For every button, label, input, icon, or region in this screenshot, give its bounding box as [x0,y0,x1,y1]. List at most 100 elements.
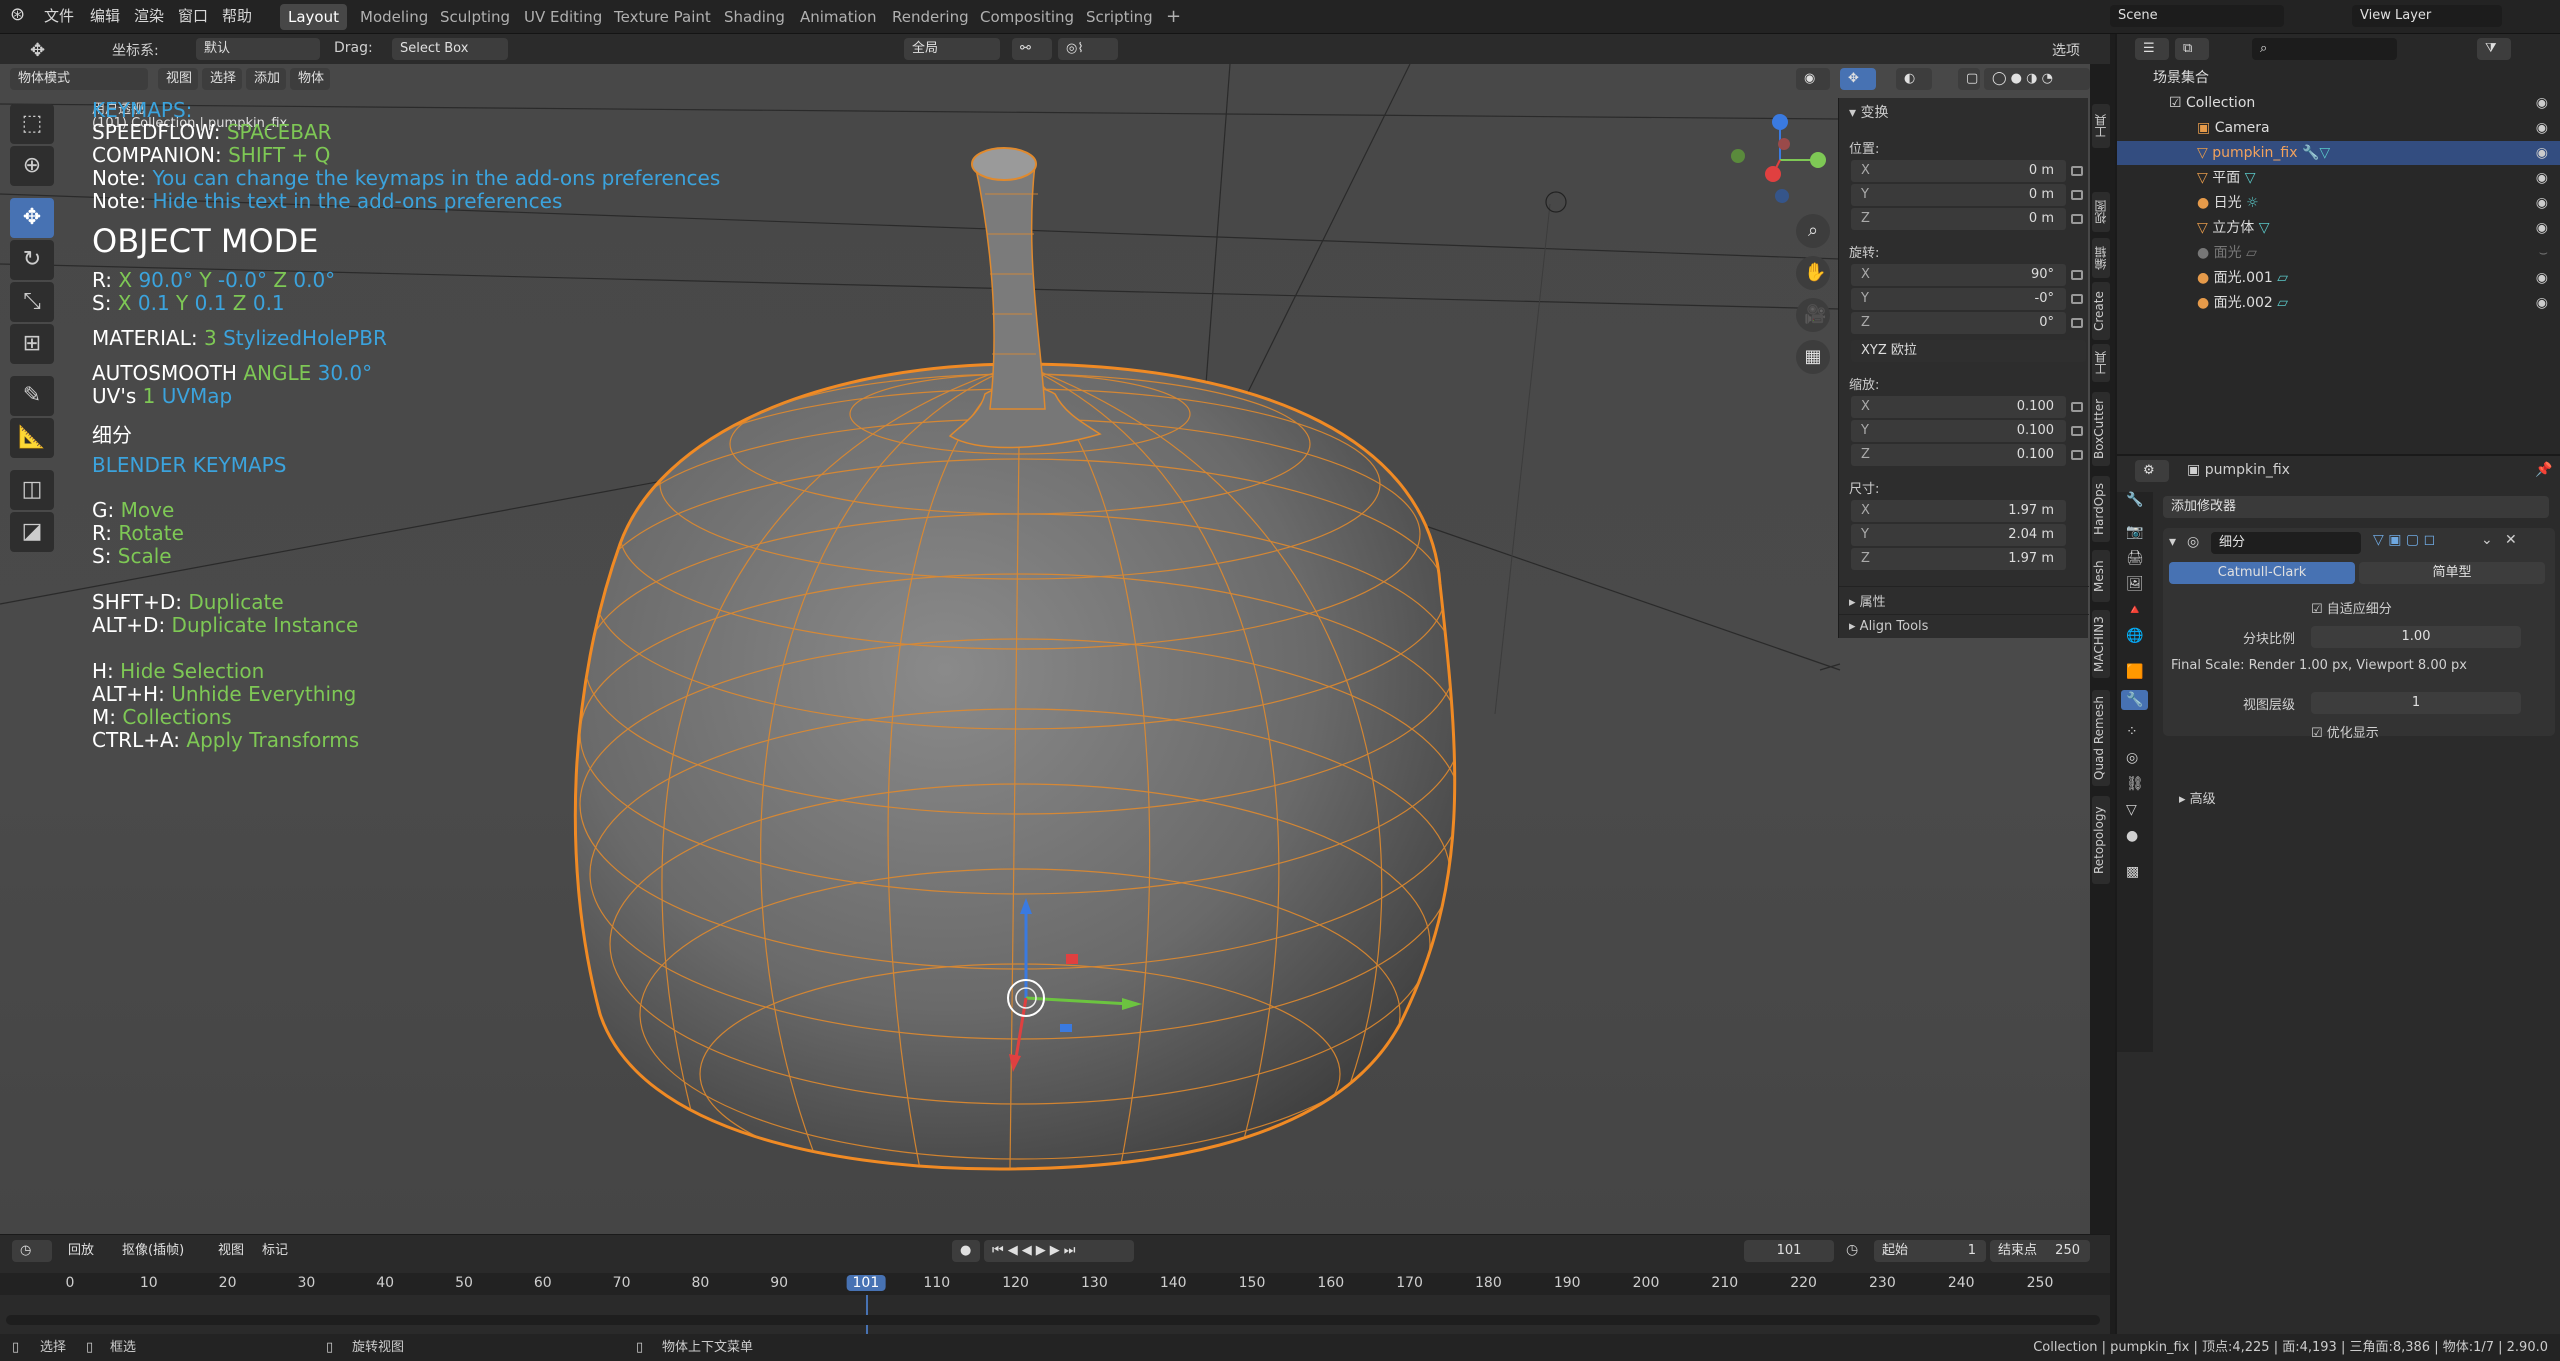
properties-section[interactable]: ▸ 属性 [1839,586,2089,612]
scale-x-field[interactable]: X 0.100 [1851,396,2066,418]
tab-compositing[interactable]: Compositing [972,4,1082,30]
transform-tool-icon[interactable]: ⊞ [10,324,54,364]
view-layer-selector[interactable]: View Layer [2352,5,2502,27]
shading-modes-icon[interactable]: ◯ ● ◑ ◔ [1984,68,2090,90]
transform-icon[interactable]: ✥ [30,40,45,61]
lock-icon[interactable] [2071,270,2083,280]
sidebar-tab-tool2[interactable]: 工具 [2092,344,2110,382]
outliner-search-input[interactable]: ⌕ [2252,38,2397,60]
material-properties-icon[interactable]: ● [2126,828,2138,844]
outliner-row-cube[interactable]: ▽ 立方体 ▽ ◉ [2117,216,2560,240]
dimension-z-field[interactable]: Z 1.97 m [1851,548,2066,570]
select-menu[interactable]: 选择 [202,68,242,90]
optimal-display-checkbox[interactable]: ☑ 优化显示 [2311,722,2379,741]
tab-texture-paint[interactable]: Texture Paint [606,4,719,30]
scene-collection-row[interactable]: 场景集合 [2117,66,2560,90]
snap-icon[interactable]: ⚯ [1012,38,1052,60]
tab-rendering[interactable]: Rendering [884,4,977,30]
rotate-icon[interactable]: ↻ [10,240,54,280]
filter-icon[interactable]: ⧩ [2477,38,2511,60]
physics-properties-icon[interactable]: ◎ [2126,750,2138,766]
drag-dropdown[interactable]: Select Box [392,38,508,60]
blender-logo-icon[interactable]: ⊛ [10,4,25,25]
view-menu[interactable]: 视图 [158,68,198,90]
levels-field[interactable]: 1 [2311,692,2521,714]
properties-editor-type-icon[interactable]: ⚙ [2135,460,2169,482]
lock-icon[interactable] [2071,402,2083,412]
scale-z-field[interactable]: Z 0.100 [1851,444,2066,466]
add-menu[interactable]: 添加 [246,68,286,90]
eye-icon[interactable]: ◉ [2536,266,2548,290]
modifier-properties-icon[interactable]: 🔧 [2121,690,2149,710]
menu-help[interactable]: 帮助 [222,5,252,26]
output-properties-icon[interactable]: 🖨 [2126,550,2144,566]
3d-viewport[interactable]: 物体模式 视图 选择 添加 物体 ◉ ✥ ◐ ▢ ◯ ● ◑ ◔ ⬚ ⊕ ✥ ↻… [0,64,2090,1234]
eye-icon[interactable]: ◉ [2536,291,2548,315]
menu-edit[interactable]: 编辑 [90,5,120,26]
scale-y-field[interactable]: Y 0.100 [1851,420,2066,442]
lock-icon[interactable] [2071,450,2083,460]
outliner-row-area-light[interactable]: ● 面光 ▱ ⌣ [2117,241,2560,265]
tab-sculpting[interactable]: Sculpting [432,4,518,30]
modifier-visibility-icons[interactable]: ▽ ▣ ▢ ◻ [2373,532,2435,548]
overlays-icon[interactable]: ◐ [1896,68,1932,90]
sidebar-tab-machin3[interactable]: MACHIN3 [2092,610,2110,678]
visibility-icon[interactable]: ◉ [1796,68,1830,90]
coord-dropdown[interactable]: 默认 [196,38,320,60]
lock-icon[interactable] [2071,190,2083,200]
location-y-field[interactable]: Y 0 m [1851,184,2066,206]
align-tools-section[interactable]: ▸ Align Tools [1839,614,2089,640]
xray-icon[interactable]: ▢ [1958,68,1980,90]
outliner-row-area-light-002[interactable]: ● 面光.002 ▱ ◉ [2117,291,2560,315]
select-box-icon[interactable]: ⬚ [10,104,54,144]
eye-icon[interactable]: ◉ [2536,166,2548,190]
display-mode-icon[interactable]: ⧉ [2175,38,2209,60]
eye-hidden-icon[interactable]: ⌣ [2539,241,2548,265]
mode-dropdown[interactable]: 物体模式 [10,68,148,90]
sidebar-tab-tool[interactable]: 工具 [2092,104,2110,148]
scene-properties-icon[interactable]: 🔺 [2126,602,2143,618]
menu-window[interactable]: 窗口 [178,5,208,26]
modifier-name-input[interactable]: 细分 [2211,532,2361,554]
pan-hand-icon[interactable]: ✋ [1796,256,1830,290]
render-properties-icon[interactable]: 📷 [2126,524,2143,540]
chevron-down-icon[interactable]: ⌄ [2481,532,2493,548]
eye-icon[interactable]: ◉ [2536,216,2548,240]
simple-button[interactable]: 简单型 [2359,562,2545,584]
eye-icon[interactable]: ◉ [2536,141,2548,165]
camera-view-icon[interactable]: 🎥 [1796,298,1830,332]
rotation-z-field[interactable]: Z 0° [1851,312,2066,334]
pivot-dropdown[interactable]: 全局 [904,38,1000,60]
lock-icon[interactable] [2071,166,2083,176]
ratio-field[interactable]: 1.00 [2311,626,2521,648]
lock-icon[interactable] [2071,318,2083,328]
transform-header[interactable]: ▾ 变换 [1849,102,1888,122]
texture-properties-icon[interactable]: ▩ [2126,864,2139,880]
data-properties-icon[interactable]: ▽ [2126,802,2137,818]
add-cube-icon[interactable]: ◫ [10,470,54,510]
pin-icon[interactable]: 📌 [2535,462,2552,478]
object-properties-icon[interactable]: 🟧 [2126,664,2143,680]
current-frame-marker[interactable]: 101 [846,1275,886,1291]
rotation-mode-dropdown[interactable]: XYZ 欧拉 [1851,340,2086,362]
sidebar-tab-hardops[interactable]: HardOps [2092,476,2110,542]
advanced-section[interactable]: ▸ 高级 [2179,788,2216,807]
sidebar-tab-edit[interactable]: 编辑 [2092,238,2110,278]
sidebar-tab-mesh[interactable]: Mesh [2092,550,2110,602]
outliner-row-area-light-001[interactable]: ● 面光.001 ▱ ◉ [2117,266,2560,290]
outliner-row-pumpkin[interactable]: ▽ pumpkin_fix 🔧▽ ◉ [2117,141,2560,165]
object-menu[interactable]: 物体 [290,68,330,90]
proportional-edit-icon[interactable]: ◎⌇ [1058,38,1118,60]
tool-properties-icon[interactable]: 🔧 [2126,492,2143,508]
collapse-icon[interactable]: ▾ [2169,534,2176,550]
location-z-field[interactable]: Z 0 m [1851,208,2066,230]
close-icon[interactable]: ✕ [2505,532,2517,548]
tab-layout[interactable]: Layout [280,4,347,30]
menu-file[interactable]: 文件 [44,5,74,26]
scene-selector[interactable]: Scene [2110,5,2284,27]
tab-uv-editing[interactable]: UV Editing [516,4,610,30]
dimension-y-field[interactable]: Y 2.04 m [1851,524,2066,546]
menu-render[interactable]: 渲染 [134,5,164,26]
dimension-x-field[interactable]: X 1.97 m [1851,500,2066,522]
particles-properties-icon[interactable]: ⁘ [2126,724,2138,740]
